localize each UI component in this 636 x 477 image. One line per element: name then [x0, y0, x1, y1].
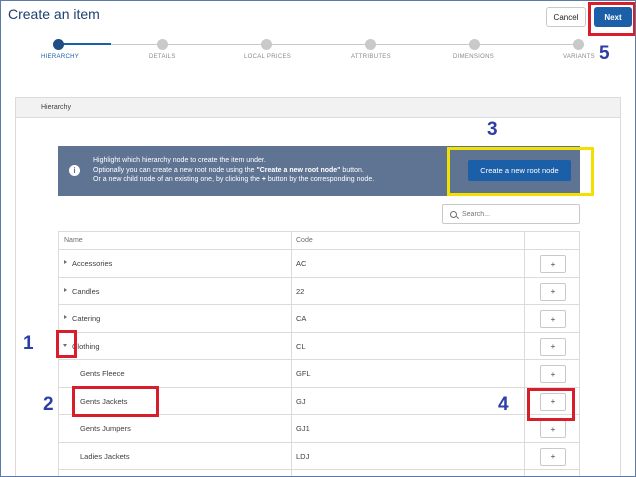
highlight-next-button: [588, 2, 635, 36]
page-header: Create an item Cancel Next: [1, 1, 635, 33]
annotation-number-3: 3: [487, 119, 498, 140]
column-divider: [524, 232, 525, 476]
add-child-button[interactable]: +: [540, 420, 566, 438]
table-row[interactable]: Ladies Jackets LDJ +: [59, 443, 579, 470]
hierarchy-table: Name Code Accessories AC + Candles 22 + …: [58, 231, 580, 476]
row-code: CA: [296, 314, 307, 323]
annotation-number-4: 4: [498, 394, 509, 415]
search-box[interactable]: [442, 204, 580, 224]
step-attributes-label[interactable]: ATTRIBUTES: [351, 54, 391, 60]
table-row[interactable]: Candles 22 +: [59, 278, 579, 305]
panel-heading: Hierarchy: [41, 104, 71, 111]
row-name: Accessories: [72, 259, 113, 268]
table-row[interactable]: Catering CA +: [59, 305, 579, 333]
annotation-number-2: 2: [43, 394, 54, 415]
info-line-1: Highlight which hierarchy node to create…: [93, 157, 266, 164]
highlight-clothing-caret: [56, 330, 77, 358]
row-name: Ladies Jackets: [80, 451, 130, 461]
annotation-number-5: 5: [599, 43, 610, 64]
row-code: GFL: [296, 369, 311, 378]
step-connector: [111, 44, 579, 45]
row-name: Gents Fleece: [80, 369, 125, 378]
info-line-3: Or a new child node of an existing one, …: [93, 175, 374, 185]
expand-caret-icon[interactable]: [64, 315, 67, 319]
step-local-prices-label[interactable]: LOCAL PRICES: [244, 54, 291, 60]
panel-header: Hierarchy: [16, 98, 620, 118]
info-text: Highlight which hierarchy node to create…: [93, 156, 374, 185]
table-row[interactable]: Accessories AC +: [59, 250, 579, 278]
table-row[interactable]: Clothing CL +: [59, 333, 579, 360]
info-line-3-suffix: button by the corresponding node.: [265, 176, 375, 183]
step-hierarchy-dot[interactable]: [53, 39, 64, 50]
row-code: GJ: [296, 396, 306, 406]
search-input[interactable]: [462, 208, 574, 221]
step-details-dot[interactable]: [157, 39, 168, 50]
expand-caret-icon[interactable]: [64, 287, 67, 292]
info-icon: i: [69, 165, 80, 176]
page-title: Create an item: [8, 6, 100, 22]
row-name: Gents Jumpers: [80, 424, 131, 433]
highlight-add-child-button: [527, 388, 575, 421]
info-line-3-prefix: Or a new child node of an existing one, …: [93, 176, 262, 183]
row-code: AC: [296, 259, 307, 268]
highlight-create-root-node: [447, 147, 594, 196]
step-variants-dot[interactable]: [573, 39, 584, 50]
row-code: 22: [296, 286, 305, 296]
info-line-2-prefix: Optionally you can create a new root nod…: [93, 166, 257, 174]
row-code: CL: [296, 341, 306, 351]
column-divider: [291, 232, 292, 476]
column-header-code[interactable]: Code: [291, 232, 524, 250]
add-child-button[interactable]: +: [540, 337, 566, 356]
step-dimensions-dot[interactable]: [469, 39, 480, 50]
row-code: LDJ: [296, 451, 310, 461]
step-variants-label[interactable]: VARIANTS: [563, 54, 595, 60]
table-row[interactable]: Gents Jumpers GJ1 +: [59, 415, 579, 443]
column-header-actions: [524, 232, 579, 250]
annotation-number-1: 1: [23, 333, 34, 354]
cancel-button[interactable]: Cancel: [546, 7, 586, 27]
row-name: Candles: [72, 286, 100, 296]
step-connector-active: [59, 43, 111, 45]
info-line-2-suffix: button.: [340, 166, 364, 174]
add-child-button[interactable]: +: [540, 447, 566, 466]
row-name: Catering: [72, 314, 101, 323]
step-attributes-dot[interactable]: [365, 39, 376, 50]
info-line-2-bold: "Create a new root node": [256, 166, 341, 174]
add-child-button[interactable]: +: [540, 310, 566, 328]
step-local-prices-dot[interactable]: [261, 39, 272, 50]
add-child-button[interactable]: +: [540, 255, 566, 273]
search-icon: [450, 211, 457, 218]
step-hierarchy-label[interactable]: HIERARCHY: [41, 54, 79, 60]
add-child-button[interactable]: +: [540, 365, 566, 383]
expand-caret-icon[interactable]: [64, 260, 67, 264]
table-row[interactable]: Gents Fleece GFL +: [59, 360, 579, 388]
row-code: GJ1: [296, 424, 310, 433]
step-dimensions-label[interactable]: DIMENSIONS: [453, 54, 494, 60]
app-window: Create an item Cancel Next HIERARCHY DET…: [0, 0, 636, 477]
info-line-2: Optionally you can create a new root nod…: [93, 166, 374, 176]
progress-stepper: HIERARCHY DETAILS LOCAL PRICES ATTRIBUTE…: [1, 35, 635, 65]
column-header-name[interactable]: Name: [59, 232, 291, 250]
step-details-label[interactable]: DETAILS: [149, 54, 176, 60]
add-child-button[interactable]: +: [540, 282, 566, 301]
highlight-gents-jackets: [72, 386, 159, 417]
